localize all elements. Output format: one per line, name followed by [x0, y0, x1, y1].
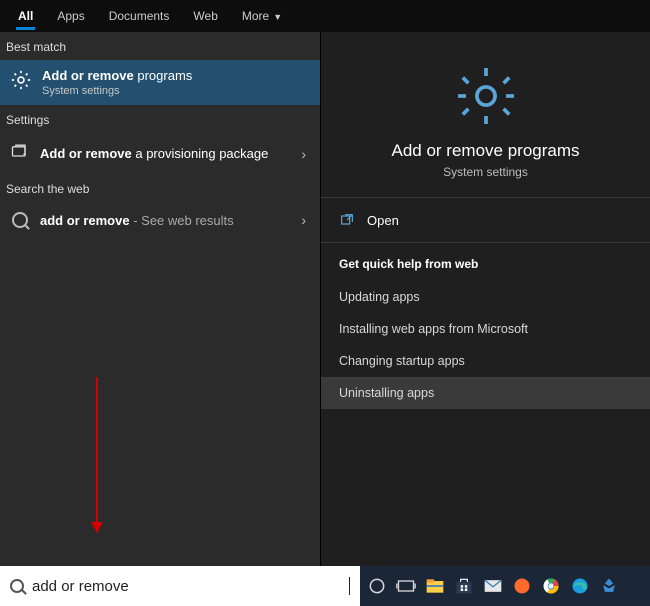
result-add-remove-programs[interactable]: Add or remove programs System settings: [0, 60, 320, 105]
help-header: Get quick help from web: [321, 243, 650, 281]
file-explorer-icon[interactable]: [424, 575, 446, 597]
browser-orange-icon[interactable]: [511, 575, 533, 597]
tab-web[interactable]: Web: [183, 3, 227, 29]
help-changing-startup[interactable]: Changing startup apps: [321, 345, 650, 377]
search-input[interactable]: [32, 578, 348, 595]
help-installing-web-apps[interactable]: Installing web apps from Microsoft: [321, 313, 650, 345]
gear-icon: [454, 64, 518, 128]
result-title: Add or remove programs: [42, 68, 310, 83]
taskbar: [360, 566, 650, 606]
cortana-icon[interactable]: [366, 575, 388, 597]
results-column: Best match Add or remove programs System…: [0, 32, 320, 566]
tab-more[interactable]: More▼: [232, 3, 292, 29]
chevron-down-icon: ▼: [273, 12, 282, 22]
result-title: Add or remove a provisioning package: [40, 146, 287, 161]
open-action[interactable]: Open: [321, 198, 650, 242]
text-cursor: [349, 577, 350, 595]
preview-hero: Add or remove programs System settings: [321, 52, 650, 197]
chrome-icon[interactable]: [540, 575, 562, 597]
tab-all[interactable]: All: [8, 3, 43, 29]
microsoft-store-icon[interactable]: [453, 575, 475, 597]
open-icon: [339, 212, 355, 228]
task-view-icon[interactable]: [395, 575, 417, 597]
help-updating-apps[interactable]: Updating apps: [321, 281, 650, 313]
tab-apps[interactable]: Apps: [47, 3, 94, 29]
package-icon: [10, 141, 30, 166]
search-icon: [10, 579, 24, 593]
cloud-app-icon[interactable]: [598, 575, 620, 597]
preview-title: Add or remove programs: [331, 141, 640, 161]
tab-documents[interactable]: Documents: [99, 3, 180, 29]
chevron-right-icon[interactable]: ›: [297, 212, 310, 228]
mail-icon[interactable]: [482, 575, 504, 597]
open-label: Open: [367, 213, 399, 228]
result-web-search[interactable]: add or remove - See web results ›: [0, 202, 320, 238]
section-search-web: Search the web: [0, 174, 320, 202]
result-provisioning-package[interactable]: Add or remove a provisioning package ›: [0, 133, 320, 174]
gear-icon: [10, 69, 32, 96]
help-uninstalling-apps[interactable]: Uninstalling apps: [321, 377, 650, 409]
result-subtitle: System settings: [42, 85, 310, 97]
section-settings: Settings: [0, 105, 320, 133]
search-bar[interactable]: [0, 566, 360, 606]
section-best-match: Best match: [0, 32, 320, 60]
edge-icon[interactable]: [569, 575, 591, 597]
annotation-arrow: [96, 377, 98, 532]
chevron-right-icon[interactable]: ›: [297, 146, 310, 162]
preview-column: Add or remove programs System settings O…: [320, 32, 650, 566]
search-tabs: All Apps Documents Web More▼: [0, 0, 650, 32]
result-title: add or remove - See web results: [40, 213, 287, 228]
preview-subtitle: System settings: [331, 165, 640, 179]
search-icon: [12, 212, 28, 228]
